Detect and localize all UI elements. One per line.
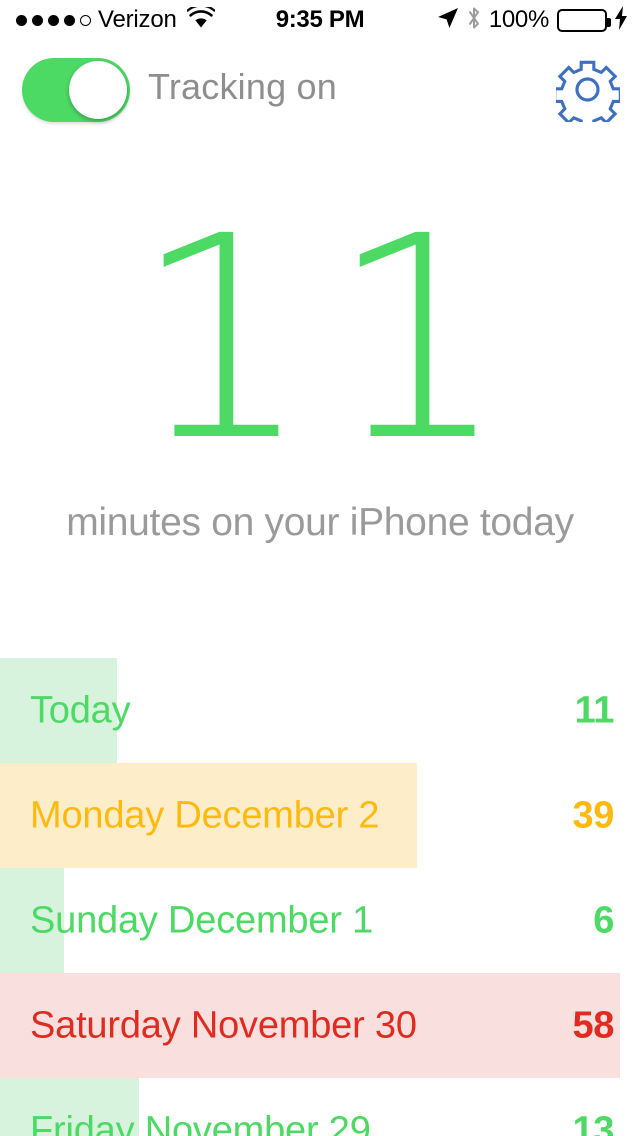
battery-icon (557, 8, 611, 32)
charging-bolt-icon (615, 5, 628, 35)
today-minutes-value: 11 (132, 177, 526, 503)
hero-caption: minutes on your iPhone today (66, 501, 574, 544)
app-screen: Verizon 9:35 PM 100% Tracking on 11 minu… (0, 0, 640, 1136)
hero-section: 11 minutes on your iPhone today (0, 177, 640, 545)
list-item-value: 13 (572, 1109, 615, 1136)
list-item[interactable]: Monday December 2 39 (0, 763, 640, 868)
list-item[interactable]: Sunday December 1 6 (0, 868, 640, 973)
list-item-label: Today (30, 689, 131, 731)
list-item-label: Saturday November 30 (30, 1004, 417, 1046)
list-item-value: 39 (572, 794, 615, 836)
list-item[interactable]: Today 11 (0, 658, 640, 763)
list-item-value: 6 (593, 899, 614, 941)
app-header: Tracking on (0, 52, 640, 144)
tracking-status-label: Tracking on (148, 66, 337, 107)
status-bar-right: 100% (437, 5, 628, 35)
daily-usage-list: Today 11 Monday December 2 39 Sunday Decembe… (0, 658, 640, 1136)
toggle-knob[interactable] (69, 61, 127, 119)
gear-icon[interactable] (553, 58, 622, 130)
list-item-label: Monday December 2 (30, 794, 380, 836)
list-item-label: Friday November 29 (30, 1109, 371, 1136)
status-bar: Verizon 9:35 PM 100% (0, 0, 640, 40)
tracking-toggle[interactable] (22, 58, 130, 122)
list-item-label: Sunday December 1 (30, 899, 374, 941)
battery-percent-label: 100% (488, 6, 549, 33)
location-arrow-icon (437, 7, 459, 34)
list-item-value: 58 (572, 1004, 615, 1046)
bluetooth-icon (467, 6, 481, 35)
list-item-value: 11 (574, 689, 615, 731)
list-item[interactable]: Friday November 29 13 (0, 1078, 640, 1136)
list-item[interactable]: Saturday November 30 58 (0, 973, 640, 1078)
